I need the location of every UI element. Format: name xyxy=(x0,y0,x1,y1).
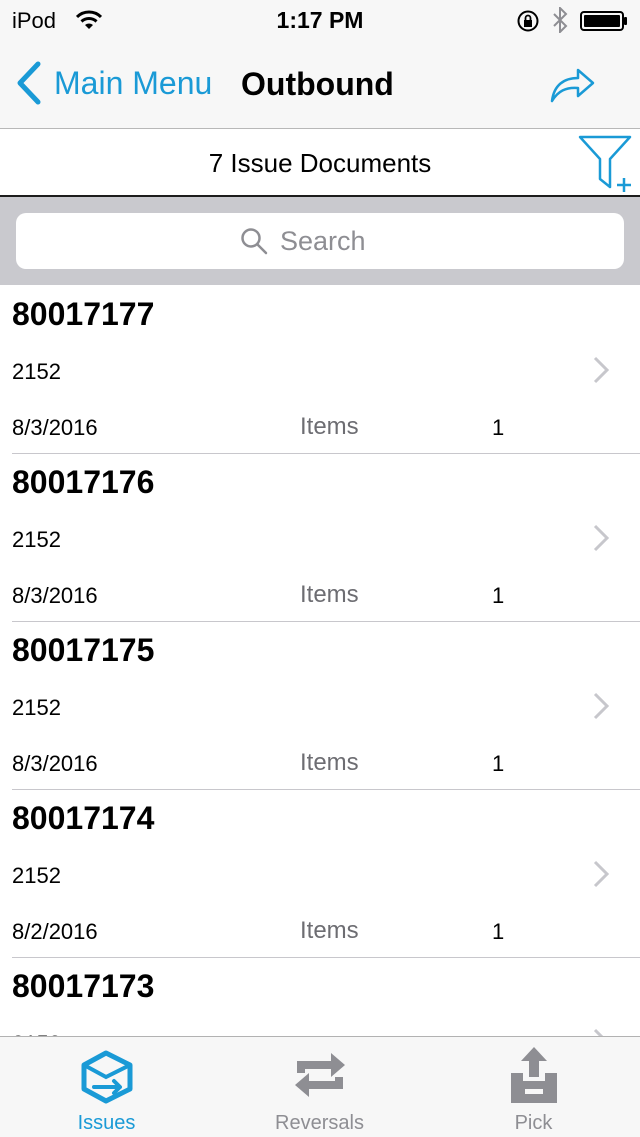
tray-upload-icon xyxy=(510,1047,557,1103)
documents-count-header: 7 Issue Documents xyxy=(0,129,640,197)
reverse-arrows-icon xyxy=(294,1053,345,1097)
document-row[interactable]: 80017174 2152 8/2/2016 Items 1 xyxy=(0,790,640,958)
chevron-right-icon xyxy=(593,1028,604,1036)
document-code: 2152 xyxy=(12,863,61,888)
document-date: 8/2/2016 xyxy=(12,919,98,944)
items-label: Items xyxy=(300,917,359,944)
items-count: 1 xyxy=(492,919,505,944)
back-button-label: Main Menu xyxy=(54,64,213,101)
document-date: 8/3/2016 xyxy=(12,415,98,440)
items-count: 1 xyxy=(492,751,505,776)
items-count: 1 xyxy=(492,415,505,440)
items-label: Items xyxy=(300,413,359,440)
tab-bar: Issues Reversals Pick xyxy=(0,1036,640,1137)
document-date: 8/3/2016 xyxy=(12,583,98,608)
navigation-bar: Main Menu Outbound xyxy=(0,40,640,129)
chevron-right-icon xyxy=(593,860,610,888)
chevron-right-icon xyxy=(593,692,610,720)
tab-issues[interactable]: Issues xyxy=(0,1037,213,1137)
add-filter-icon[interactable] xyxy=(576,133,634,193)
document-number: 80017177 xyxy=(12,296,155,332)
battery-icon xyxy=(580,11,627,31)
items-label: Items xyxy=(300,581,359,608)
document-code: 2152 xyxy=(12,527,61,552)
issue-documents-list: 80017177 2152 8/3/2016 Items 1 80017176 … xyxy=(0,286,640,1036)
tab-reversals[interactable]: Reversals xyxy=(213,1037,426,1137)
document-code: 2152 xyxy=(12,695,61,720)
search-bar xyxy=(0,197,640,285)
chevron-right-icon xyxy=(593,356,610,384)
document-row[interactable]: 80017173 2152 xyxy=(0,958,640,1036)
search-input[interactable] xyxy=(280,225,400,257)
search-field[interactable] xyxy=(16,213,624,269)
document-number: 80017175 xyxy=(12,632,155,668)
document-number: 80017176 xyxy=(12,464,155,500)
chevron-right-icon xyxy=(593,524,610,552)
items-count: 1 xyxy=(492,583,505,608)
document-number: 80017174 xyxy=(12,800,155,836)
tab-pick[interactable]: Pick xyxy=(427,1037,640,1137)
share-forward-icon[interactable] xyxy=(548,65,596,105)
items-label: Items xyxy=(300,749,359,776)
document-row[interactable]: 80017175 2152 8/3/2016 Items 1 xyxy=(0,622,640,790)
search-icon xyxy=(241,228,268,255)
status-bar: iPod 1:17 PM xyxy=(0,0,640,40)
document-date: 8/3/2016 xyxy=(12,751,98,776)
status-time: 1:17 PM xyxy=(276,7,364,33)
rotation-lock-icon xyxy=(517,10,539,32)
tab-pick-label: Pick xyxy=(514,1112,553,1134)
back-button[interactable]: Main Menu xyxy=(14,58,212,108)
chevron-left-icon xyxy=(17,61,41,105)
document-code: 2152 xyxy=(12,359,61,384)
bluetooth-icon xyxy=(553,7,568,33)
box-issue-icon xyxy=(81,1050,132,1104)
tab-reversals-label: Reversals xyxy=(275,1112,364,1134)
tab-issues-label: Issues xyxy=(77,1112,136,1134)
page-title: Outbound xyxy=(241,66,394,102)
document-row[interactable]: 80017176 2152 8/3/2016 Items 1 xyxy=(0,454,640,622)
document-number: 80017173 xyxy=(12,968,155,1004)
document-row[interactable]: 80017177 2152 8/3/2016 Items 1 xyxy=(0,286,640,454)
documents-count-title: 7 Issue Documents xyxy=(208,148,432,178)
